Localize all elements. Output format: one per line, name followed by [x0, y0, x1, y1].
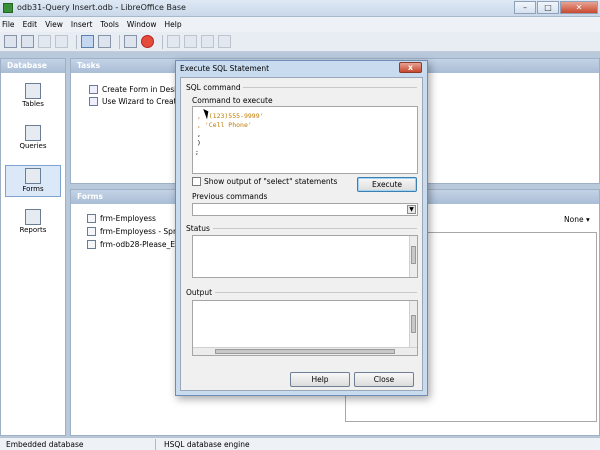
status-bar: Embedded database HSQL database engine: [0, 437, 600, 450]
command-label: Command to execute: [192, 96, 273, 105]
menu-view[interactable]: View: [45, 20, 63, 29]
sidebar-item-reports[interactable]: Reports: [5, 207, 61, 239]
sidebar-item-forms[interactable]: Forms: [5, 165, 61, 197]
libreoffice-base-icon: [3, 3, 13, 13]
rename-icon[interactable]: [201, 35, 214, 48]
previous-commands-select[interactable]: ▼: [192, 203, 418, 216]
tables-icon: [25, 83, 41, 99]
edit-icon[interactable]: [167, 35, 180, 48]
wizard-icon: [89, 96, 98, 106]
queries-icon: [25, 125, 41, 141]
menu-window[interactable]: Window: [127, 20, 157, 29]
reports-icon: [25, 209, 41, 225]
delete-icon[interactable]: [184, 35, 197, 48]
menu-bar: File Edit View Insert Tools Window Help: [0, 17, 600, 32]
form-document-icon: [87, 240, 96, 249]
chevron-down-icon[interactable]: ▼: [407, 205, 416, 214]
chevron-down-icon: ▾: [585, 215, 590, 224]
previous-commands-label: Previous commands: [192, 192, 268, 201]
standard-toolbar: [0, 32, 600, 52]
status-scrollbar[interactable]: [409, 236, 417, 277]
status-group-label: Status: [186, 224, 210, 233]
form-document-icon: [87, 214, 96, 223]
paste-icon[interactable]: [98, 35, 111, 48]
design-form-icon: [89, 84, 98, 94]
show-output-checkbox[interactable]: [192, 177, 201, 186]
execute-button[interactable]: Execute: [357, 177, 417, 192]
status-engine: HSQL database engine: [164, 440, 250, 449]
database-panel: Database Tables Queries Forms Reports: [0, 58, 66, 436]
copy-icon[interactable]: [55, 35, 68, 48]
form-document-icon: [87, 227, 96, 236]
close-button[interactable]: Close: [354, 372, 414, 387]
menu-tools[interactable]: Tools: [100, 20, 118, 29]
output-hscrollbar[interactable]: [193, 347, 417, 355]
open-folder-icon[interactable]: [21, 35, 34, 48]
forms-icon: [25, 168, 41, 184]
menu-file[interactable]: File: [2, 20, 15, 29]
menu-edit[interactable]: Edit: [23, 20, 38, 29]
form-icon[interactable]: [124, 35, 137, 48]
window-titlebar: odb31-Query Insert.odb - LibreOffice Bas…: [0, 0, 600, 17]
maximize-button[interactable]: □: [537, 1, 559, 14]
menu-insert[interactable]: Insert: [71, 20, 93, 29]
sql-command-input[interactable]: , '(123)555-9999' , 'Cell Phone' , ) ;: [192, 106, 418, 174]
database-panel-header: Database: [1, 59, 65, 73]
view-icon[interactable]: [218, 35, 231, 48]
show-output-label: Show output of "select" statements: [204, 177, 338, 186]
status-database-type: Embedded database: [6, 440, 84, 449]
menu-help[interactable]: Help: [164, 20, 181, 29]
minimize-button[interactable]: –: [514, 1, 536, 14]
output-box: [192, 300, 418, 356]
window-title: odb31-Query Insert.odb - LibreOffice Bas…: [17, 3, 186, 12]
sidebar-item-queries[interactable]: Queries: [5, 123, 61, 155]
dialog-title: Execute SQL Statement: [180, 64, 270, 73]
dialog-body: SQL command Command to execute , '(123)5…: [180, 77, 423, 391]
sort-icon[interactable]: [81, 35, 94, 48]
preview-select[interactable]: None ▾: [564, 215, 590, 224]
output-group-label: Output: [186, 288, 213, 297]
execute-sql-dialog: Execute SQL Statement x SQL command Comm…: [175, 60, 428, 396]
window-close-button[interactable]: ✕: [560, 1, 598, 14]
new-document-icon[interactable]: [4, 35, 17, 48]
output-vscrollbar[interactable]: [409, 301, 417, 348]
dialog-close-icon[interactable]: x: [399, 62, 422, 73]
sql-command-group-label: SQL command: [186, 83, 241, 92]
save-icon[interactable]: [38, 35, 51, 48]
status-output-box: [192, 235, 418, 278]
help-icon[interactable]: [141, 35, 154, 48]
help-button[interactable]: Help: [290, 372, 350, 387]
sidebar-item-tables[interactable]: Tables: [5, 81, 61, 113]
